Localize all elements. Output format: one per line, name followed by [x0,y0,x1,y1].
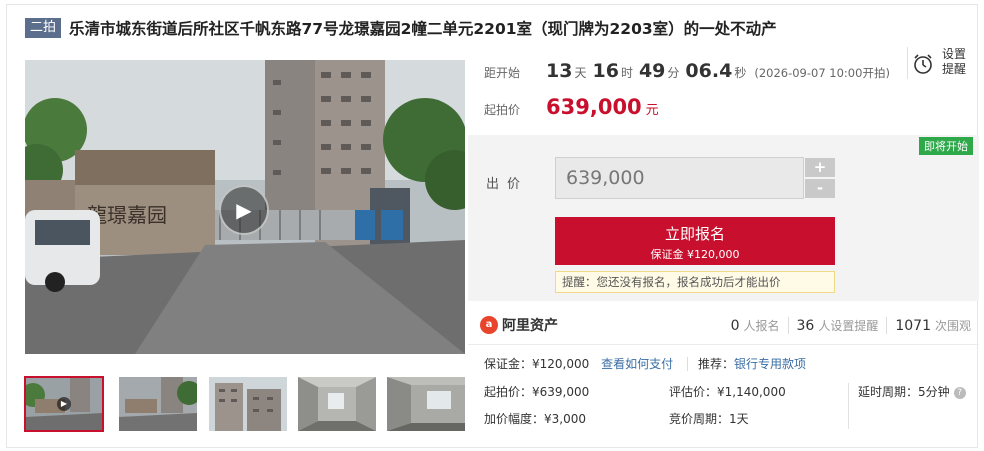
start-time-note: (2026-09-07 10:00开拍) [754,66,890,80]
stat-views: 1071 次围观 [887,317,971,334]
start-price-detail: 起拍价：¥639,000 [484,385,590,399]
start-price-unit: 元 [645,103,659,118]
signup-tip: 提醒：您还没有报名，报名成功后才能出价 [555,271,835,293]
signup-deposit: 保证金 ¥120,000 [650,248,740,261]
round-badge: 二拍 [25,18,62,38]
reminder-line-2: 提醒 [942,62,967,76]
stats: 0 人报名 36 人设置提醒 1071 次围观 [723,317,971,334]
deposit-text: 保证金：¥120,000 [484,357,590,371]
countdown: 距开始 13 天 16 时 49 分 06.4 秒 (2026-09-07 10… [484,60,890,82]
stat-signups: 0 人报名 [723,317,789,334]
ali-logo-text: 阿里资产 [502,318,558,334]
delay-period: 延时周期：5分钟? [858,383,966,400]
countdown-minutes: 49 [638,60,666,82]
ali-logo-icon: a [480,316,498,334]
thumb-image [298,377,376,431]
stat-num: 1071 [895,318,931,334]
recommend-label: 推荐： [686,357,734,371]
play-video-button[interactable]: ▶ [219,185,269,235]
title-row: 二拍 乐清市城东街道后所社区千帆东路77号龙璟嘉园2幢二单元2201室（现门牌为… [25,17,777,39]
thumbnail-1[interactable]: ▶ [24,376,104,432]
stat-label: 人报名 [743,319,780,333]
bid-increment: 加价幅度：¥3,000 [484,412,586,426]
stat-label: 人设置提醒 [818,319,879,333]
play-icon: ▶ [57,397,71,411]
thumb-image [387,377,465,431]
reminder-label: 设置 提醒 [942,47,966,77]
alarm-clock-icon [914,54,932,74]
start-price-row: 起拍价 639,000 元 [484,95,659,119]
bid-label: 出价 [486,177,529,192]
start-price-value: 639,000 [546,95,642,119]
stat-label: 次围观 [934,319,971,333]
main-photo[interactable]: 龍璟嘉园 ▶ [25,60,465,354]
stat-reminders: 36 人设置提醒 [789,317,888,334]
bid-amount-input[interactable]: 639,000 [555,157,804,199]
bid-period: 竞价周期：1天 [669,412,749,426]
thumbnail-3[interactable] [209,377,287,431]
ali-assets-logo: a 阿里资产 [480,315,558,335]
bank-payment-link[interactable]: 银行专用款项 [734,357,806,371]
signup-button[interactable]: 立即报名 保证金 ¥120,000 [555,217,835,265]
how-to-pay-link[interactable]: 查看如何支付 [601,357,673,371]
stat-num: 36 [796,318,815,334]
countdown-seconds-unit: 秒 [734,66,747,80]
countdown-days-unit: 天 [574,66,587,80]
countdown-minutes-unit: 分 [667,66,680,80]
thumb-image [119,377,197,431]
divider [848,383,849,429]
countdown-label: 距开始 [484,66,521,80]
countdown-seconds: 06.4 [685,60,733,82]
status-badge: 即将开始 [919,137,973,155]
deposit-row: 保证金：¥120,000 查看如何支付 推荐：银行专用款项 [484,355,806,372]
thumbnail-2[interactable] [119,377,197,431]
auction-page: 二拍 乐清市城东街道后所社区千帆东路77号龙璟嘉园2幢二单元2201室（现门牌为… [6,4,979,448]
countdown-hours: 16 [592,60,619,82]
thumbnail-5[interactable] [387,377,465,431]
countdown-days: 13 [546,60,573,82]
countdown-hours-unit: 时 [620,66,633,80]
help-icon[interactable]: ? [953,386,966,399]
thumb-image [209,377,287,431]
thumbnail-4[interactable] [298,377,376,431]
signup-label: 立即报名 [664,225,725,243]
decrease-bid-button[interactable]: - [805,179,835,198]
increase-bid-button[interactable]: + [805,158,835,177]
delay-period-text: 延时周期：5分钟 [858,385,950,399]
reminder-line-1: 设置 [942,47,967,61]
start-price-label: 起拍价 [484,103,521,117]
platform-row: a 阿里资产 0 人报名 36 人设置提醒 1071 次围观 [468,305,979,345]
page-title: 乐清市城东街道后所社区千帆东路77号龙璟嘉园2幢二单元2201室（现门牌为220… [69,20,777,38]
thumbnail-strip: ▶ [24,376,465,433]
bid-panel: 即将开始 出价 639,000 + - 立即报名 保证金 ¥120,000 提醒… [468,135,979,301]
set-reminder-button[interactable]: 设置 提醒 [907,47,971,79]
appraisal-price: 评估价：¥1,140,000 [669,385,786,399]
stat-num: 0 [730,318,740,334]
play-icon: ▶ [236,198,252,222]
